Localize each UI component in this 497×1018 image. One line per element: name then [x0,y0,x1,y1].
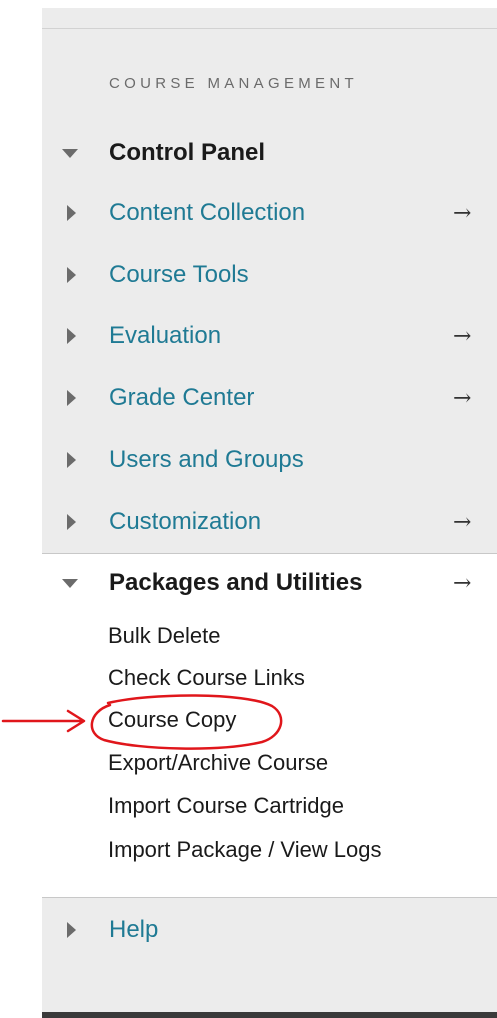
sub-item-export-archive-course[interactable]: Export/Archive Course [108,750,328,776]
menu-item-label: Grade Center [109,384,255,411]
triangle-right-icon [67,922,76,938]
sub-item-course-copy[interactable]: Course Copy [108,707,236,733]
panel-bottom-edge [42,1012,497,1018]
sub-item-import-package-view-logs[interactable]: Import Package / View Logs [108,837,382,863]
menu-item-label: Evaluation [109,322,222,349]
sub-item-check-course-links[interactable]: Check Course Links [108,665,305,691]
arrow-right-icon[interactable]: → [453,201,471,226]
menu-item-evaluation[interactable]: Evaluation → [42,316,497,356]
menu-item-label: Users and Groups [109,446,304,473]
packages-and-utilities-label: Packages and Utilities [109,569,363,596]
control-panel-label: Control Panel [109,139,266,166]
menu-item-course-tools[interactable]: Course Tools [42,255,497,295]
triangle-right-icon [67,205,76,221]
menu-item-content-collection[interactable]: Content Collection → [42,193,497,233]
menu-item-label: Help [109,916,159,943]
course-management-heading: COURSE MANAGEMENT [109,75,358,92]
triangle-right-icon [67,267,76,283]
arrow-right-icon[interactable]: → [453,386,471,411]
triangle-right-icon [67,328,76,344]
packages-and-utilities-header[interactable]: Packages and Utilities → [42,563,497,603]
menu-item-users-and-groups[interactable]: Users and Groups [42,440,497,480]
menu-item-help[interactable]: Help [42,910,497,950]
triangle-down-icon [62,579,78,588]
arrow-right-icon[interactable]: → [453,324,471,349]
menu-item-grade-center[interactable]: Grade Center → [42,378,497,418]
triangle-right-icon [67,452,76,468]
sub-item-bulk-delete[interactable]: Bulk Delete [108,623,221,649]
menu-item-label: Customization [109,508,262,535]
menu-item-label: Course Tools [109,261,249,288]
menu-item-customization[interactable]: Customization → [42,502,497,542]
triangle-down-icon [62,149,78,158]
arrow-right-icon[interactable]: → [453,571,471,596]
menu-item-label: Content Collection [109,199,306,226]
control-panel-header[interactable]: Control Panel [42,133,497,173]
sub-item-import-course-cartridge[interactable]: Import Course Cartridge [108,793,344,819]
course-management-screenshot: COURSE MANAGEMENT Control Panel Content … [0,0,497,1018]
panel-top-divider [42,28,497,29]
triangle-right-icon [67,514,76,530]
triangle-right-icon [67,390,76,406]
arrow-right-icon[interactable]: → [453,510,471,535]
